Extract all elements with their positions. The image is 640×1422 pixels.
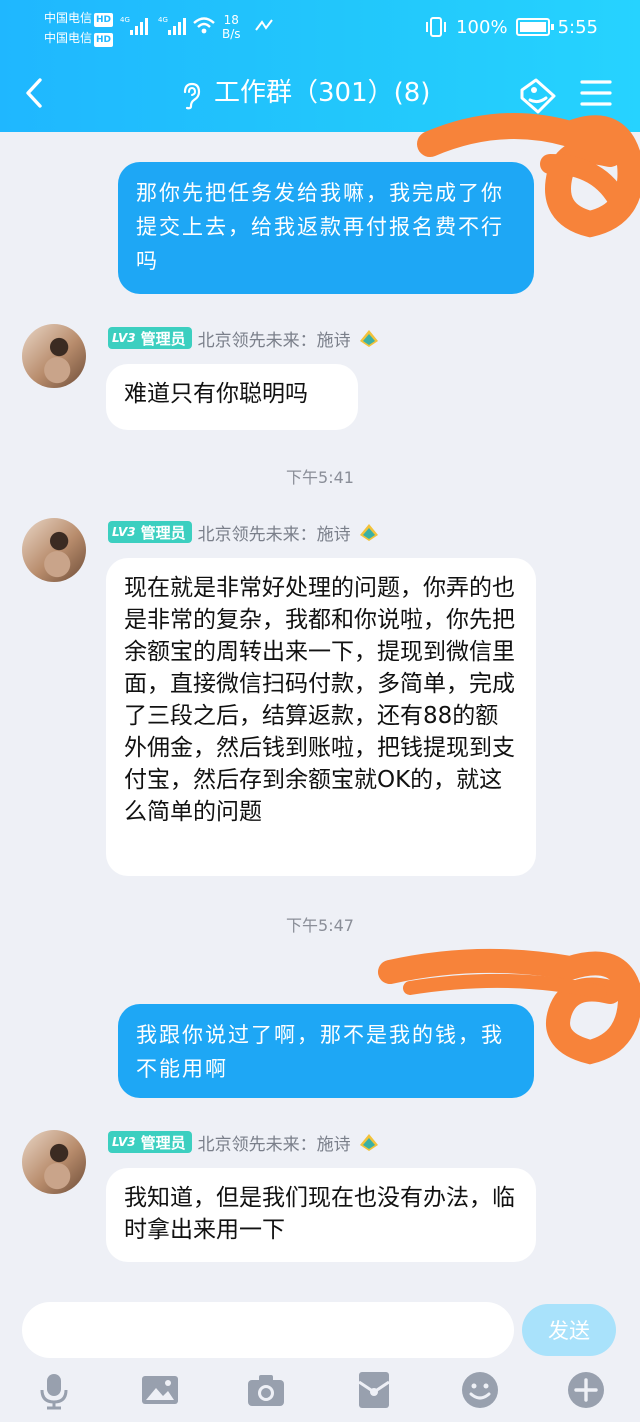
- signal-icon: 4G: [120, 16, 148, 35]
- incoming-message-bubble[interactable]: 难道只有你聪明吗: [106, 364, 358, 430]
- level-badge: LV3 管理员: [108, 1131, 192, 1153]
- signal-icon: 4G: [158, 16, 186, 35]
- medal-icon: [359, 1134, 378, 1151]
- hd-badge: HD: [94, 13, 114, 27]
- avatar[interactable]: [22, 518, 86, 582]
- chat-area[interactable]: 那你先把任务发给我嘛，我完成了你提交上去，给我返款再付报名费不行吗 LV3 管理员…: [0, 113, 640, 1292]
- red-packet-icon[interactable]: [354, 1370, 394, 1410]
- vibrate-icon: [426, 17, 447, 37]
- sender-name: 北京领先未来：施诗: [197, 1134, 351, 1155]
- sender-name: 北京领先未来：施诗: [197, 330, 351, 351]
- carrier-2: 中国电信: [44, 31, 93, 45]
- sender-info: LV3 管理员 北京领先未来：施诗: [108, 1130, 381, 1155]
- svg-text:4G: 4G: [120, 16, 130, 24]
- clock: 5:55: [557, 16, 598, 38]
- timestamp: 下午5:41: [286, 468, 354, 487]
- image-icon[interactable]: [140, 1370, 180, 1410]
- svg-text:4G: 4G: [158, 16, 168, 24]
- input-bar: 发送: [0, 1292, 640, 1422]
- sender-name: 北京领先未来：施诗: [197, 524, 351, 545]
- level-badge: LV3 管理员: [108, 327, 192, 349]
- camera-icon[interactable]: [246, 1370, 286, 1410]
- emoji-icon[interactable]: [460, 1370, 500, 1410]
- redaction-scribble: [417, 113, 640, 238]
- incoming-message-bubble[interactable]: 我知道，但是我们现在也没有办法，临时拿出来用一下: [106, 1168, 536, 1262]
- input-toolbar: [0, 1370, 640, 1414]
- back-arrow-icon[interactable]: [18, 76, 52, 110]
- incoming-message-bubble[interactable]: 现在就是非常好处理的问题，你弄的也是非常的复杂，我都和你说啦，你先把余额宝的周转…: [106, 558, 536, 876]
- send-button[interactable]: 发送: [522, 1304, 616, 1356]
- microphone-icon[interactable]: [34, 1370, 74, 1410]
- plus-icon[interactable]: [566, 1370, 606, 1410]
- network-speed-value: 18: [223, 13, 239, 27]
- message-input[interactable]: [22, 1302, 514, 1358]
- page-title: 工作群（301）(8): [214, 78, 431, 108]
- avatar[interactable]: [22, 1130, 86, 1194]
- carrier-1: 中国电信: [44, 11, 93, 25]
- status-bar: 中国电信 HD 中国电信 HD 4G 4G 18 B/s 100% 5:55: [0, 0, 640, 58]
- notification-icon: [255, 19, 273, 31]
- sender-info: LV3 管理员 北京领先未来：施诗: [108, 326, 381, 351]
- medal-icon: [359, 524, 378, 541]
- hd-badge: HD: [94, 33, 114, 47]
- medal-icon: [359, 330, 378, 347]
- redaction-scribble: [378, 948, 640, 1065]
- sender-info: LV3 管理员 北京领先未来：施诗: [108, 520, 381, 545]
- avatar[interactable]: [22, 324, 86, 388]
- network-speed-unit: B/s: [222, 27, 241, 41]
- ear-icon[interactable]: [180, 82, 202, 110]
- battery-icon: [515, 18, 554, 36]
- battery-percent: 100%: [456, 16, 508, 38]
- level-badge: LV3 管理员: [108, 521, 192, 543]
- wifi-icon: [193, 17, 215, 34]
